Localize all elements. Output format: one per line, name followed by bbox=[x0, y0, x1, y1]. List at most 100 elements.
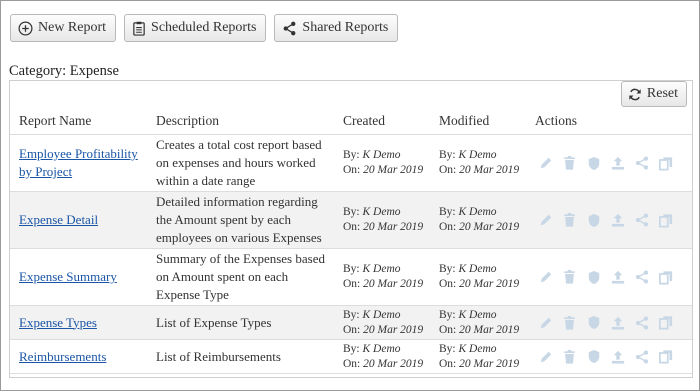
shield-icon[interactable] bbox=[585, 269, 602, 286]
created-by-value: K Demo bbox=[362, 342, 401, 355]
share-icon[interactable] bbox=[633, 155, 650, 172]
share-icon[interactable] bbox=[633, 348, 650, 365]
shared-reports-button[interactable]: Shared Reports bbox=[274, 14, 399, 42]
column-header-created[interactable]: Created bbox=[334, 108, 430, 135]
edit-icon[interactable] bbox=[537, 212, 554, 229]
refresh-icon bbox=[629, 88, 641, 100]
delete-icon[interactable] bbox=[561, 269, 578, 286]
modified-on-prefix: On: bbox=[439, 323, 457, 336]
created-cell: By: K Demo On: 20 Mar 2019 bbox=[334, 339, 430, 374]
table-row: Expense Summary Summary of the Expenses … bbox=[10, 248, 692, 306]
upload-icon[interactable] bbox=[609, 155, 626, 172]
edit-icon[interactable] bbox=[537, 348, 554, 365]
created-on-prefix: On: bbox=[343, 357, 361, 370]
report-name-link[interactable]: Reimbursements bbox=[19, 349, 106, 364]
reports-table: Report Name Description Created Modified… bbox=[10, 108, 692, 374]
shield-icon[interactable] bbox=[585, 348, 602, 365]
created-by-prefix: By: bbox=[343, 206, 360, 218]
plus-circle-icon bbox=[18, 21, 33, 35]
created-on-value: 20 Mar 2019 bbox=[363, 164, 424, 176]
table-row: Employee Profitability by Project Create… bbox=[10, 134, 692, 192]
shield-icon[interactable] bbox=[585, 212, 602, 229]
reset-label: Reset bbox=[646, 86, 678, 101]
modified-by-value: K Demo bbox=[458, 342, 497, 355]
modified-by-value: K Demo bbox=[458, 149, 497, 161]
modified-by-value: K Demo bbox=[458, 263, 497, 275]
report-description: Detailed information regarding the Amoun… bbox=[147, 191, 334, 249]
reports-panel: Reset Report Name Description Created Mo… bbox=[9, 80, 693, 378]
report-name-link[interactable]: Expense Types bbox=[19, 315, 97, 330]
created-cell: By: K Demo On: 20 Mar 2019 bbox=[334, 191, 430, 249]
table-row: Expense Detail Detailed information rega… bbox=[10, 191, 692, 249]
edit-icon[interactable] bbox=[537, 269, 554, 286]
actions-cell bbox=[526, 339, 692, 374]
modified-on-value: 20 Mar 2019 bbox=[459, 323, 520, 336]
delete-icon[interactable] bbox=[561, 314, 578, 331]
modified-by-prefix: By: bbox=[439, 342, 456, 355]
created-on-value: 20 Mar 2019 bbox=[363, 221, 424, 233]
copy-icon[interactable] bbox=[657, 348, 674, 365]
share-icon[interactable] bbox=[633, 314, 650, 331]
toolbar: New Report Scheduled Reports Shared Repo… bbox=[10, 14, 399, 42]
modified-by-prefix: By: bbox=[439, 308, 456, 321]
copy-icon[interactable] bbox=[657, 212, 674, 229]
new-report-button[interactable]: New Report bbox=[10, 14, 117, 42]
report-name-link[interactable]: Employee Profitability by Project bbox=[19, 146, 138, 179]
column-header-report-name[interactable]: Report Name bbox=[10, 108, 147, 135]
created-by-prefix: By: bbox=[343, 149, 360, 161]
modified-cell: By: K Demo On: 20 Mar 2019 bbox=[430, 305, 526, 340]
created-by-value: K Demo bbox=[362, 206, 401, 218]
shield-icon[interactable] bbox=[585, 155, 602, 172]
report-name-link[interactable]: Expense Detail bbox=[19, 212, 98, 227]
created-by-prefix: By: bbox=[343, 263, 360, 275]
share-icon[interactable] bbox=[633, 212, 650, 229]
created-on-prefix: On: bbox=[343, 221, 361, 233]
report-description: Creates a total cost report based on exp… bbox=[147, 134, 334, 192]
reset-button[interactable]: Reset bbox=[620, 81, 687, 107]
created-by-prefix: By: bbox=[343, 308, 360, 321]
report-description: List of Reimbursements bbox=[147, 339, 334, 374]
column-header-description[interactable]: Description bbox=[147, 108, 334, 135]
report-name-link[interactable]: Expense Summary bbox=[19, 269, 117, 284]
copy-icon[interactable] bbox=[657, 269, 674, 286]
share-icon[interactable] bbox=[633, 269, 650, 286]
copy-icon[interactable] bbox=[657, 314, 674, 331]
category-title: Category: Expense bbox=[9, 63, 119, 79]
clipboard-icon bbox=[133, 21, 145, 36]
created-on-prefix: On: bbox=[343, 164, 361, 176]
modified-cell: By: K Demo On: 20 Mar 2019 bbox=[430, 134, 526, 192]
modified-on-value: 20 Mar 2019 bbox=[459, 278, 520, 290]
created-by-value: K Demo bbox=[362, 308, 401, 321]
new-report-label: New Report bbox=[38, 20, 107, 35]
upload-icon[interactable] bbox=[609, 212, 626, 229]
created-by-value: K Demo bbox=[362, 263, 401, 275]
delete-icon[interactable] bbox=[561, 212, 578, 229]
report-description: List of Expense Types bbox=[147, 305, 334, 340]
share-icon bbox=[284, 21, 296, 35]
copy-icon[interactable] bbox=[657, 155, 674, 172]
delete-icon[interactable] bbox=[561, 155, 578, 172]
created-on-prefix: On: bbox=[343, 278, 361, 290]
actions-cell bbox=[526, 191, 692, 249]
modified-on-prefix: On: bbox=[439, 278, 457, 290]
actions-cell bbox=[526, 134, 692, 192]
modified-by-prefix: By: bbox=[439, 263, 456, 275]
upload-icon[interactable] bbox=[609, 314, 626, 331]
delete-icon[interactable] bbox=[561, 348, 578, 365]
created-on-value: 20 Mar 2019 bbox=[363, 278, 424, 290]
modified-on-prefix: On: bbox=[439, 221, 457, 233]
created-by-prefix: By: bbox=[343, 342, 360, 355]
edit-icon[interactable] bbox=[537, 314, 554, 331]
scheduled-reports-button[interactable]: Scheduled Reports bbox=[124, 14, 267, 42]
column-header-modified[interactable]: Modified bbox=[430, 108, 526, 135]
modified-on-value: 20 Mar 2019 bbox=[459, 221, 520, 233]
modified-by-prefix: By: bbox=[439, 206, 456, 218]
modified-on-value: 20 Mar 2019 bbox=[459, 164, 520, 176]
created-cell: By: K Demo On: 20 Mar 2019 bbox=[334, 134, 430, 192]
shared-reports-label: Shared Reports bbox=[302, 20, 389, 35]
table-header-row: Report Name Description Created Modified… bbox=[10, 108, 692, 135]
upload-icon[interactable] bbox=[609, 348, 626, 365]
upload-icon[interactable] bbox=[609, 269, 626, 286]
edit-icon[interactable] bbox=[537, 155, 554, 172]
shield-icon[interactable] bbox=[585, 314, 602, 331]
